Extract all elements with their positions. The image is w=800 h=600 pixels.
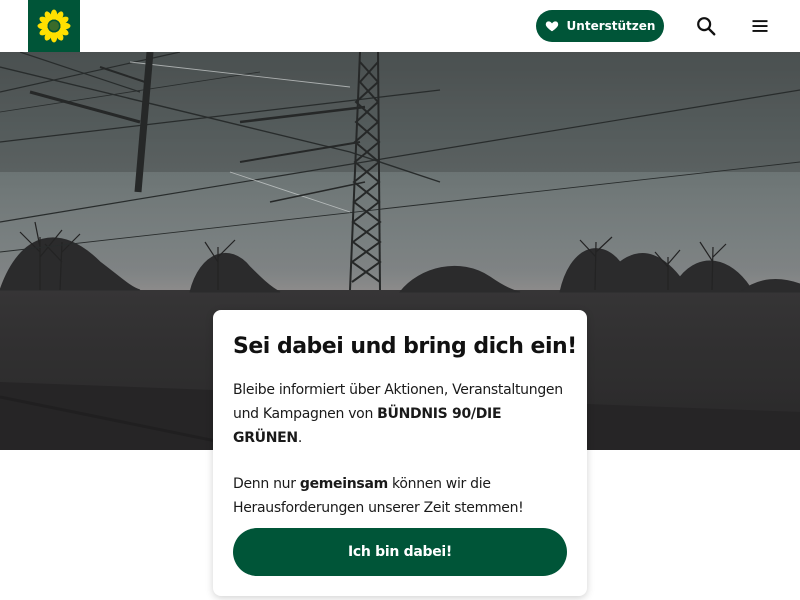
menu-icon <box>752 20 768 32</box>
site-header: Unterstützen <box>0 0 800 52</box>
search-icon <box>697 17 716 36</box>
menu-button[interactable] <box>746 12 774 40</box>
support-label: Unterstützen <box>566 19 656 33</box>
join-button[interactable]: Ich bin dabei! <box>233 528 567 576</box>
search-button[interactable] <box>692 12 720 40</box>
heart-icon <box>545 21 558 32</box>
support-button[interactable]: Unterstützen <box>536 10 664 42</box>
emphasis-text: gemeinsam <box>299 476 388 492</box>
signup-card: Sei dabei und bring dich ein! Bleibe inf… <box>213 310 587 596</box>
card-text-part: Denn nur <box>233 476 300 492</box>
card-text-part: . <box>297 430 302 446</box>
card-paragraph-info: Bleibe informiert über Aktionen, Veranst… <box>233 378 567 450</box>
card-title: Sei dabei und bring dich ein! <box>233 334 577 359</box>
sunflower-logo[interactable] <box>28 0 80 52</box>
sunflower-icon <box>37 9 71 43</box>
card-paragraph-together: Denn nur gemeinsam können wir die Heraus… <box>233 472 567 520</box>
